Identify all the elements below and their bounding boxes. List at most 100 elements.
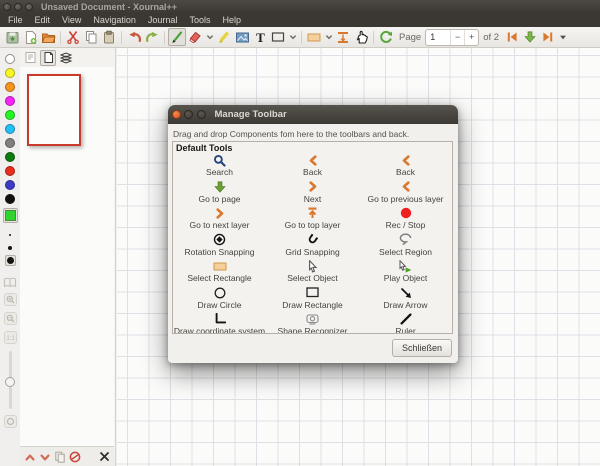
color-swatch-0[interactable] (5, 54, 15, 64)
eraser-tool-button[interactable] (186, 28, 204, 46)
save-icon[interactable] (3, 28, 21, 46)
window-close-button[interactable] (3, 3, 11, 11)
toolbar-overflow-icon[interactable] (557, 28, 568, 46)
color-swatch-10[interactable] (5, 194, 15, 204)
tool-label: Rec / Stop (386, 220, 426, 230)
tool-select-region[interactable]: Select Region (359, 233, 452, 260)
menu-edit[interactable]: Edit (29, 13, 57, 27)
zoom-in-icon[interactable] (4, 290, 17, 309)
thickness-thick-button[interactable] (5, 255, 16, 266)
menu-file[interactable]: File (2, 13, 29, 27)
zoom-slider-handle[interactable] (5, 377, 15, 387)
dialog-close-button[interactable]: Schließen (392, 339, 452, 357)
close-sidebar-icon[interactable] (97, 450, 111, 464)
select-dropdown-icon[interactable] (323, 28, 334, 46)
current-color-button[interactable] (3, 208, 18, 223)
zoom-out-icon[interactable] (4, 309, 17, 328)
menu-journal[interactable]: Journal (142, 13, 184, 27)
move-page-down-icon[interactable] (38, 450, 52, 464)
tool-draw-rectangle[interactable]: Draw Rectangle (266, 286, 359, 313)
tool-select-object[interactable]: Select Object (266, 259, 359, 286)
tool-label: Back (303, 167, 322, 177)
tab-page-preview[interactable] (40, 50, 56, 66)
window-minimize-button[interactable] (14, 3, 22, 11)
page-minus-button[interactable]: − (450, 30, 464, 45)
tool-back[interactable]: Back (359, 153, 452, 180)
menu-view[interactable]: View (56, 13, 87, 27)
color-swatch-1[interactable] (5, 68, 15, 78)
open-icon[interactable] (39, 28, 57, 46)
copy-icon[interactable] (82, 28, 100, 46)
first-page-icon[interactable] (503, 28, 521, 46)
cut-icon[interactable] (64, 28, 82, 46)
move-page-up-icon[interactable] (23, 450, 37, 464)
cursor-icon (307, 259, 318, 273)
menu-navigation[interactable]: Navigation (87, 13, 142, 27)
tool-next[interactable]: Next (266, 180, 359, 207)
window-maximize-button[interactable] (25, 3, 33, 11)
two-pages-icon[interactable] (3, 274, 17, 290)
next-annotated-page-icon[interactable] (521, 28, 539, 46)
redo-icon[interactable] (143, 28, 161, 46)
shape-tool-button[interactable] (269, 28, 287, 46)
shape-dropdown-icon[interactable] (287, 28, 298, 46)
dialog-close-window-button[interactable] (172, 110, 181, 119)
color-swatch-9[interactable] (5, 180, 15, 190)
zoom-fit-icon[interactable] (4, 413, 17, 429)
tool-go-to-next-layer[interactable]: Go to next layer (173, 206, 266, 233)
delete-page-icon[interactable] (68, 450, 82, 464)
color-swatch-7[interactable] (5, 152, 15, 162)
color-swatch-8[interactable] (5, 166, 15, 176)
tool-draw-circle[interactable]: Draw Circle (173, 286, 266, 313)
image-tool-button[interactable] (233, 28, 251, 46)
tab-contents[interactable] (22, 50, 38, 66)
tool-grid-snapping[interactable]: Grid Snapping (266, 233, 359, 260)
text-tool-button[interactable]: T (251, 28, 269, 46)
tool-label: Back (396, 167, 415, 177)
eraser-dropdown-icon[interactable] (204, 28, 215, 46)
tool-play-object[interactable]: Play Object (359, 259, 452, 286)
color-swatch-6[interactable] (5, 138, 15, 148)
page-number-input[interactable] (426, 32, 450, 42)
tool-search[interactable]: Search (173, 153, 266, 180)
color-swatch-2[interactable] (5, 82, 15, 92)
tool-rec-stop[interactable]: Rec / Stop (359, 206, 452, 233)
tool-go-to-previous-layer[interactable]: Go to previous layer (359, 180, 452, 207)
tab-layers[interactable] (58, 50, 74, 66)
tool-select-rectangle[interactable]: Select Rectangle (173, 259, 266, 286)
dialog-minimize-button[interactable] (184, 110, 193, 119)
duplicate-page-icon[interactable] (53, 450, 67, 464)
tool-go-to-top-layer[interactable]: Go to top layer (266, 206, 359, 233)
paste-icon[interactable] (100, 28, 118, 46)
tool-draw-arrow[interactable]: Draw Arrow (359, 286, 452, 313)
zoom-slider[interactable] (9, 351, 12, 409)
zoom-100-icon[interactable]: 1:1 (4, 328, 17, 347)
new-document-icon[interactable] (21, 28, 39, 46)
tool-draw-coordinate-system[interactable]: Draw coordinate system (173, 312, 266, 334)
fullscreen-icon[interactable] (377, 28, 395, 46)
pen-tool-button[interactable] (168, 28, 186, 46)
color-swatch-4[interactable] (5, 110, 15, 120)
hand-tool-button[interactable] (352, 28, 370, 46)
color-swatch-5[interactable] (5, 124, 15, 134)
menu-tools[interactable]: Tools (183, 13, 216, 27)
tool-ruler[interactable]: Ruler (359, 312, 452, 334)
page-plus-button[interactable]: + (464, 30, 478, 45)
undo-icon[interactable] (125, 28, 143, 46)
dialog-titlebar[interactable]: Manage Toolbar (168, 105, 458, 124)
vertical-space-tool-button[interactable] (334, 28, 352, 46)
tool-go-to-page[interactable]: Go to page (173, 180, 266, 207)
select-rectangle-tool-button[interactable] (305, 28, 323, 46)
highlighter-tool-button[interactable] (215, 28, 233, 46)
thickness-fine-button[interactable] (9, 229, 11, 241)
color-swatch-3[interactable] (5, 96, 15, 106)
tool-shape-recognizer[interactable]: Shape Recognizer (266, 312, 359, 334)
tool-back[interactable]: Back (266, 153, 359, 180)
menu-help[interactable]: Help (216, 13, 247, 27)
thickness-medium-button[interactable] (8, 241, 12, 255)
page-thumbnail[interactable] (27, 74, 81, 146)
search-icon (213, 153, 226, 167)
last-page-icon[interactable] (539, 28, 557, 46)
tool-rotation-snapping[interactable]: Rotation Snapping (173, 233, 266, 260)
dialog-maximize-button[interactable] (197, 110, 206, 119)
